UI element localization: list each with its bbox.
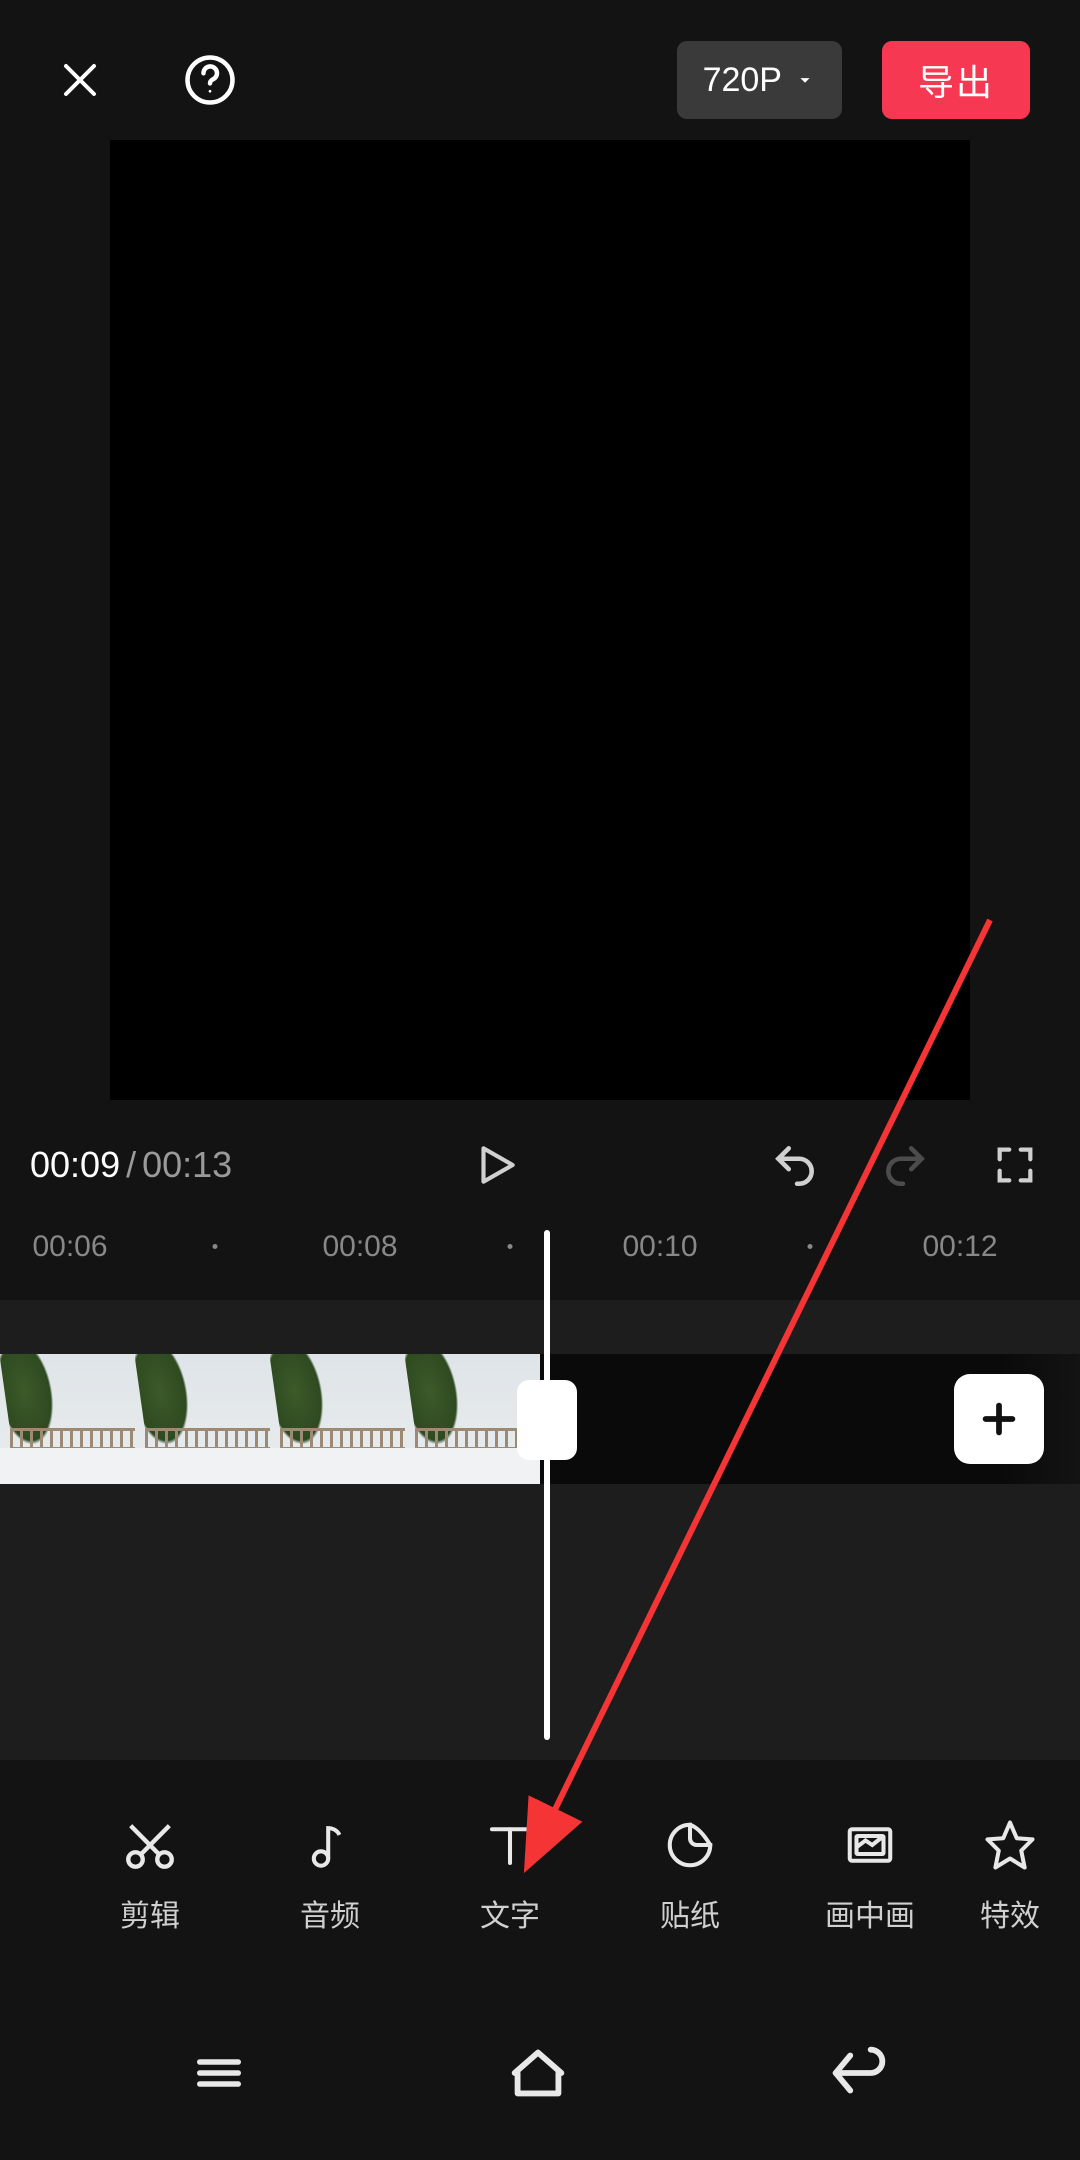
plus-icon [976,1396,1022,1442]
clip-thumbnail [270,1354,405,1484]
tool-pip[interactable]: 画中画 [780,1815,960,1935]
tool-label: 特效 [980,1891,1040,1935]
pip-icon [843,1815,897,1875]
play-button[interactable] [461,1130,531,1200]
timecode: 00:09/00:13 [30,1144,232,1186]
help-button[interactable] [180,50,240,110]
timeline-ruler[interactable]: 00:06 00:08 00:10 00:12 [0,1230,1080,1290]
tool-text[interactable]: 文字 [420,1815,600,1935]
tool-label: 画中画 [825,1891,915,1935]
total-duration: 00:13 [142,1144,232,1185]
ruler-tick: 00:10 [622,1230,697,1264]
resolution-label: 720P [703,61,782,100]
text-icon [483,1815,537,1875]
chevron-down-icon [794,69,816,91]
video-clip[interactable] [0,1354,540,1484]
tool-cut[interactable]: 剪辑 [60,1815,240,1935]
add-clip-button[interactable] [954,1374,1044,1464]
star-icon [983,1815,1037,1875]
ruler-tick: 00:12 [922,1230,997,1264]
tool-audio[interactable]: 音频 [240,1815,420,1935]
export-button[interactable]: 导出 [882,41,1030,119]
ruler-dot [808,1244,813,1249]
tool-label: 文字 [480,1891,540,1935]
tool-fx[interactable]: 特效 [960,1815,1060,1935]
ruler-dot [508,1244,513,1249]
ruler-tick: 00:08 [322,1230,397,1264]
tool-label: 贴纸 [660,1891,720,1935]
tool-label: 剪辑 [120,1891,180,1935]
system-nav-bar [0,2010,1080,2160]
ruler-dot [213,1244,218,1249]
playhead-handle[interactable] [517,1380,577,1460]
close-button[interactable] [50,50,110,110]
ruler-tick: 00:06 [32,1230,107,1264]
nav-back-button[interactable] [824,2038,894,2113]
clip-thumbnail [135,1354,270,1484]
tool-label: 音频 [300,1891,360,1935]
sticker-icon [663,1815,717,1875]
resolution-selector[interactable]: 720P [677,41,842,119]
redo-button[interactable] [870,1130,940,1200]
nav-menu-button[interactable] [186,2040,252,2111]
current-time: 00:09 [30,1144,120,1185]
bottom-toolbar: 剪辑 音频 文字 贴纸 画中画 特效 [0,1800,1080,1950]
playhead[interactable] [544,1230,550,1740]
nav-home-button[interactable] [503,2038,573,2113]
fullscreen-button[interactable] [980,1130,1050,1200]
timeline[interactable] [0,1300,1080,1760]
video-preview[interactable] [110,140,970,1100]
scissors-icon [121,1815,179,1875]
tool-sticker[interactable]: 贴纸 [600,1815,780,1935]
music-note-icon [303,1815,357,1875]
export-label: 导出 [918,54,994,106]
undo-button[interactable] [760,1130,830,1200]
clip-thumbnail [0,1354,135,1484]
